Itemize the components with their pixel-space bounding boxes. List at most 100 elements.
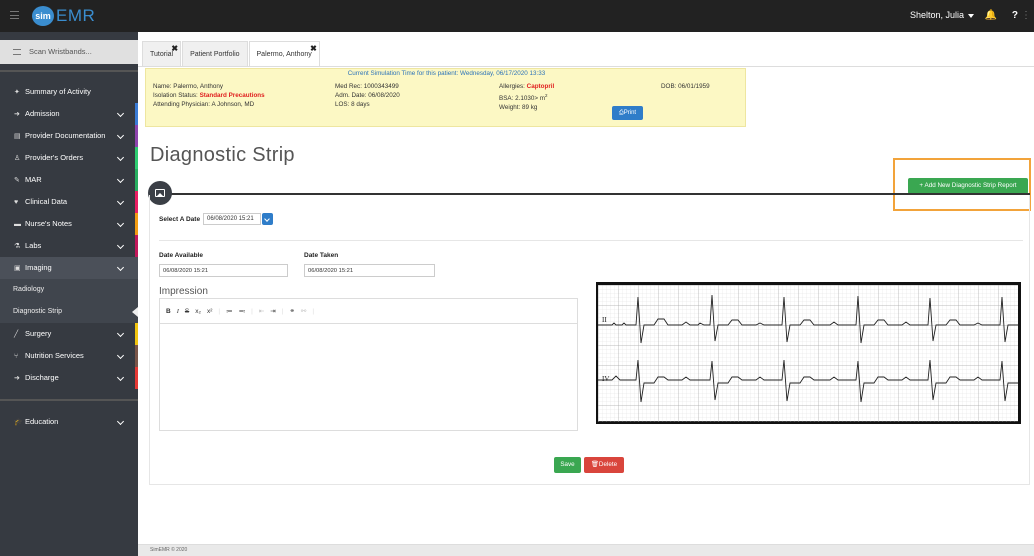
bell-icon[interactable]: 🔔 <box>985 10 997 21</box>
add-diagnostic-strip-report-button[interactable]: + Add New Diagnostic Strip Report <box>908 178 1028 194</box>
sidebar-divider <box>0 399 138 401</box>
sidebar-item-label: Clinical Data <box>25 197 68 206</box>
attending-physician: Attending Physician: A Johnson, MD <box>153 101 255 108</box>
ekg-lead-label: IV <box>602 375 609 383</box>
chevron-down-icon <box>116 109 125 118</box>
syringe-icon: ✎ <box>14 177 20 184</box>
print-label: Print <box>623 110 637 116</box>
sidebar-item-provider-documentation[interactable]: ▤ Provider Documentation <box>0 125 138 147</box>
scan-label: Scan Wristbands... <box>29 47 92 56</box>
sidebar-item-label: Provider Documentation <box>25 131 106 140</box>
bsa-value: BSA: 2.1030 <box>499 95 535 103</box>
close-icon[interactable]: ✖ <box>171 36 178 62</box>
help-icon[interactable]: ? <box>1012 10 1018 21</box>
allergies-value: Captopril <box>526 83 555 90</box>
patient-name: Name: Palermo, Anthony <box>153 83 224 90</box>
sidebar-divider <box>0 70 138 72</box>
image-icon: ▣ <box>14 265 21 272</box>
patient-info-col1: Name: Palermo, Anthony Isolation Status:… <box>153 82 265 109</box>
delete-button[interactable]: 🗑Delete <box>584 457 624 473</box>
chevron-down-icon <box>116 241 125 250</box>
tab-patient-palermo[interactable]: Palermo, Anthony ✖ <box>248 41 320 67</box>
sidebar-item-providers-orders[interactable]: ♙ Provider's Orders <box>0 147 138 169</box>
ekg-strip-svg: II IV <box>598 285 1018 422</box>
heartbeat-icon: ♥ <box>14 199 19 206</box>
numbered-list-button[interactable]: ≔ <box>226 307 233 315</box>
allergies-label: Allergies: <box>499 83 527 90</box>
hamburger-menu-icon[interactable] <box>10 11 19 19</box>
user-menu[interactable]: Shelton, Julia <box>910 10 964 20</box>
user-caret-icon[interactable] <box>968 14 974 18</box>
print-button[interactable]: ⎙Print <box>612 106 643 120</box>
unlink-button[interactable]: ⚯ <box>301 307 306 315</box>
impression-editor[interactable]: B I S x₂ x² | ≔ ≕ | ⇤ ⇥ | ⚭ ⚯ | <box>159 298 578 431</box>
sidebar-item-surgery[interactable]: ╱ Surgery <box>0 323 138 345</box>
date-available-field[interactable]: 06/08/2020 15:21 <box>159 264 288 277</box>
isolation-label: Isolation Status: <box>153 92 200 99</box>
save-button[interactable]: Save <box>554 457 581 473</box>
toolbar-separator: | <box>312 307 315 315</box>
scan-wristbands-button[interactable]: Scan Wristbands... <box>0 40 138 64</box>
sidebar-item-discharge[interactable]: ➜ Discharge <box>0 367 138 389</box>
chevron-down-icon <box>116 417 125 426</box>
bullet-list-button[interactable]: ≕ <box>239 307 246 315</box>
strikethrough-button[interactable]: S <box>185 308 189 315</box>
sidebar-subitem-diagnostic-strip[interactable]: Diagnostic Strip <box>0 301 138 323</box>
sidebar-nav: ✦ Summary of Activity ➜ Admission ▤ Provide… <box>0 81 138 389</box>
sidebar-item-label: Nutrition Services <box>25 351 84 360</box>
flask-icon: ⚗ <box>14 243 21 250</box>
tab-label: Patient Portfolio <box>190 51 240 58</box>
select-date-dropdown[interactable]: 06/08/2020 15:21 <box>203 213 261 225</box>
link-button[interactable]: ⚭ <box>289 307 294 315</box>
date-taken-field[interactable]: 06/08/2020 15:21 <box>304 264 435 277</box>
toolbar-separator: | <box>251 307 253 315</box>
more-icon[interactable]: ⋮ <box>1021 10 1031 21</box>
logo-sim-badge: sim <box>32 6 54 26</box>
med-rec: Med Rec: 1000343499 <box>335 83 399 90</box>
select-arrow-icon[interactable] <box>262 213 273 225</box>
superscript-button[interactable]: x² <box>207 308 212 315</box>
bsa-unit-exponent: 2 <box>545 93 548 98</box>
simemr-logo[interactable]: sim EMR <box>32 6 95 26</box>
sidebar-item-mar[interactable]: ✎ MAR <box>0 169 138 191</box>
sidebar-item-nutrition-services[interactable]: ⑂ Nutrition Services <box>0 345 138 367</box>
barcode-icon <box>13 49 21 56</box>
italic-button[interactable]: I <box>177 308 179 315</box>
subscript-button[interactable]: x₂ <box>195 308 201 315</box>
logo-emr-text: EMR <box>56 6 96 25</box>
select-date-label: Select A Date <box>159 216 201 223</box>
sidebar-item-label: Labs <box>25 241 42 250</box>
sidebar-item-admission[interactable]: ➜ Admission <box>0 103 138 125</box>
bold-button[interactable]: B <box>166 308 171 315</box>
patient-banner: Current Simulation Time for this patient… <box>145 68 746 127</box>
sidebar-item-nurses-notes[interactable]: ▬ Nurse's Notes <box>0 213 138 235</box>
sidebar-item-education[interactable]: 🎓 Education <box>0 411 138 433</box>
sidebar-item-label: MAR <box>25 175 42 184</box>
form-separator <box>159 240 1023 241</box>
sidebar-item-clinical-data[interactable]: ♥ Clinical Data <box>0 191 138 213</box>
weight: Weight: 89 kg <box>499 104 538 112</box>
indent-button[interactable]: ⇥ <box>270 307 275 315</box>
sidebar-subitem-radiology[interactable]: Radiology <box>0 279 138 301</box>
footer: SimEMR © 2020 <box>138 544 1034 556</box>
trash-icon: 🗑 <box>590 461 599 468</box>
ekg-strip-image: II IV <box>596 282 1021 424</box>
sidebar-item-label: Admission <box>25 109 60 118</box>
delete-label: Delete <box>598 461 618 468</box>
close-icon[interactable]: ✖ <box>310 36 317 62</box>
tab-label: Tutorial <box>150 51 174 58</box>
tab-tutorial[interactable]: Tutorial ✖ <box>142 41 182 67</box>
sidebar-item-labs[interactable]: ⚗ Labs <box>0 235 138 257</box>
sidebar-item-summary[interactable]: ✦ Summary of Activity <box>0 81 138 103</box>
toolbar-separator: | <box>218 307 221 315</box>
chevron-down-icon <box>116 219 125 228</box>
patient-info-col3: Allergies: Captopril BSA: 2.1030> m2 Wei… <box>499 82 554 112</box>
chevron-down-icon <box>116 329 125 338</box>
sidebar-item-label: Education <box>25 417 59 426</box>
chevron-down-icon <box>116 131 125 140</box>
tab-patient-portfolio[interactable]: Patient Portfolio <box>182 41 248 67</box>
sidebar-item-imaging[interactable]: ▣ Imaging <box>0 257 138 279</box>
outdent-button[interactable]: ⇤ <box>259 307 264 315</box>
sign-in-icon: ➜ <box>14 111 20 118</box>
sidebar-item-label: Provider's Orders <box>25 153 84 162</box>
